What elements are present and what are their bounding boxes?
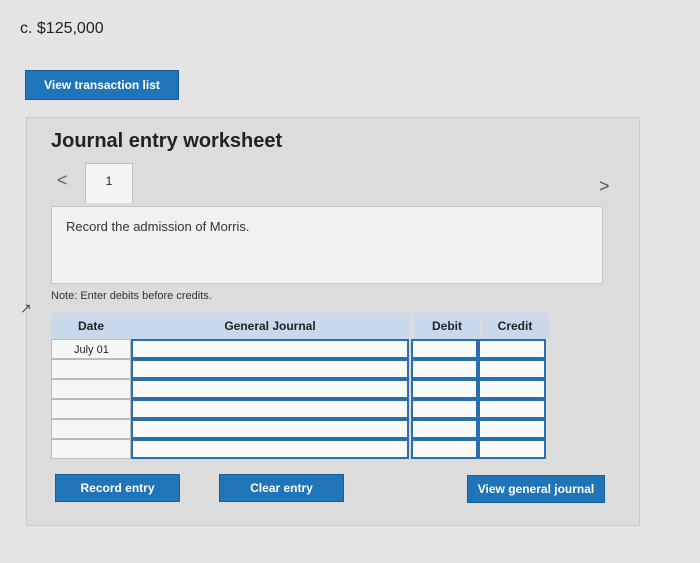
date-cell <box>51 439 131 459</box>
debit-input[interactable] <box>411 419 478 439</box>
entry-description: Record the admission of Morris. <box>66 219 250 234</box>
journal-table: Date General Journal Debit Credit July 0… <box>51 313 549 459</box>
credit-input[interactable] <box>478 419 546 439</box>
credit-input[interactable] <box>478 439 546 459</box>
general-journal-input[interactable] <box>131 379 409 399</box>
view-general-journal-button[interactable]: View general journal <box>467 475 605 503</box>
general-journal-input[interactable] <box>131 439 409 459</box>
date-cell <box>51 379 131 399</box>
column-header-credit: Credit <box>481 313 549 339</box>
debit-input[interactable] <box>411 379 478 399</box>
worksheet-title: Journal entry worksheet <box>51 130 283 152</box>
chevron-left-icon[interactable]: < <box>57 170 68 191</box>
credit-input[interactable] <box>478 359 546 379</box>
date-cell <box>51 399 131 419</box>
date-cell <box>51 419 131 439</box>
credit-input[interactable] <box>478 379 546 399</box>
credit-input[interactable] <box>478 339 546 359</box>
debit-input[interactable] <box>411 439 478 459</box>
answer-choice: c. $125,000 <box>20 20 104 37</box>
column-header-debit: Debit <box>414 313 480 339</box>
debit-input[interactable] <box>411 339 478 359</box>
date-cell: July 01 <box>51 339 131 359</box>
journal-entry-worksheet: Journal entry worksheet < 1 > Record the… <box>26 117 640 526</box>
entry-description-box: Record the admission of Morris. <box>51 206 603 284</box>
column-header-general-journal: General Journal <box>131 313 409 339</box>
debit-input[interactable] <box>411 399 478 419</box>
clear-entry-button[interactable]: Clear entry <box>219 474 344 502</box>
chevron-right-icon[interactable]: > <box>599 176 610 197</box>
record-entry-button[interactable]: Record entry <box>55 474 180 502</box>
general-journal-input[interactable] <box>131 339 409 359</box>
column-header-date: Date <box>51 313 131 339</box>
general-journal-input[interactable] <box>131 359 409 379</box>
debit-input[interactable] <box>411 359 478 379</box>
note-text: Note: Enter debits before credits. <box>51 290 212 302</box>
view-transaction-list-button[interactable]: View transaction list <box>25 70 179 100</box>
general-journal-input[interactable] <box>131 399 409 419</box>
date-cell <box>51 359 131 379</box>
mouse-pointer-icon: ↗ <box>20 300 32 316</box>
credit-input[interactable] <box>478 399 546 419</box>
tab-1[interactable]: 1 <box>85 163 133 203</box>
general-journal-input[interactable] <box>131 419 409 439</box>
